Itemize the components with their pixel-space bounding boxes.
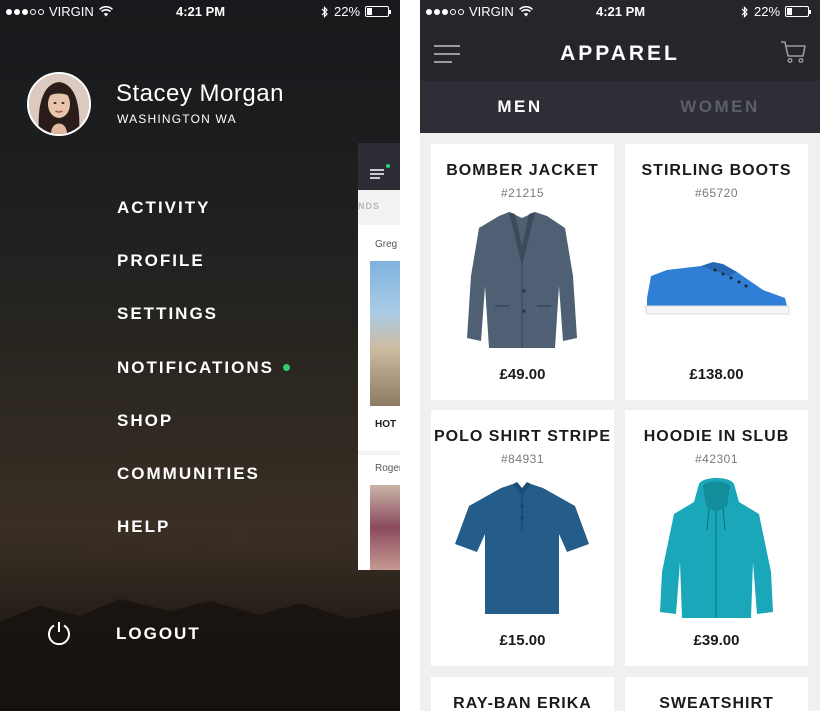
carrier-indicator: VIRGIN	[6, 4, 113, 19]
product-price: £15.00	[499, 632, 546, 649]
product-card-polo-shirt-stripe[interactable]: POLO SHIRT STRIPE #84931 £15.00	[431, 410, 614, 666]
product-card-bomber-jacket[interactable]: BOMBER JACKET #21215 £49.00	[431, 144, 614, 400]
menu-item-settings[interactable]: SETTINGS	[117, 304, 218, 324]
wifi-icon	[518, 6, 533, 17]
product-name: POLO SHIRT STRIPE	[433, 428, 611, 445]
peek-photo-image	[370, 261, 400, 406]
battery-percentage: 22%	[334, 4, 361, 19]
peeking-content-panel[interactable]: NDS Greg I HOT Roger	[358, 143, 400, 570]
logout-button[interactable]: LOGOUT	[116, 624, 201, 644]
carrier-indicator: VIRGIN	[426, 4, 533, 19]
carrier-name: VIRGIN	[49, 4, 94, 19]
tab-women[interactable]: WOMEN	[620, 81, 820, 133]
product-sku: #21215	[500, 186, 545, 200]
product-name: RAY-BAN ERIKA	[453, 695, 592, 711]
wifi-icon	[98, 6, 113, 17]
apparel-screen: VIRGIN 4:21 PM 22% APPAREL MEN WOMEN BOM…	[420, 0, 820, 711]
product-sku: #84931	[500, 452, 545, 466]
page-title: APPAREL	[560, 42, 680, 65]
product-card-hoodie-in-slub[interactable]: HOODIE IN SLUB #42301 £39.00	[625, 410, 808, 666]
tab-men[interactable]: MEN	[420, 81, 620, 133]
category-tabs: MEN WOMEN	[420, 81, 820, 133]
battery-icon	[365, 6, 392, 17]
battery-percentage: 22%	[754, 4, 781, 19]
product-name: BOMBER JACKET	[446, 162, 599, 179]
signal-strength-icon	[6, 8, 44, 15]
avatar[interactable]	[27, 72, 91, 136]
user-name: Stacey Morgan	[116, 80, 284, 107]
product-name: STIRLING BOOTS	[641, 162, 792, 179]
status-time: 4:21 PM	[596, 4, 646, 19]
mountain-background-image	[0, 533, 400, 711]
user-location: WASHINGTON WA	[117, 112, 237, 126]
product-card-ray-ban-erika[interactable]: RAY-BAN ERIKA	[431, 677, 614, 711]
battery-icon	[785, 6, 812, 17]
peek-photo-image	[370, 485, 400, 570]
jacket-image	[467, 212, 577, 348]
hoodie-image	[660, 478, 773, 618]
carrier-name: VIRGIN	[469, 4, 514, 19]
product-sku: #65720	[694, 186, 739, 200]
user-photo-image	[29, 74, 89, 134]
product-sku: #42301	[694, 452, 739, 466]
peek-tab-label: NDS	[358, 201, 381, 211]
peek-author-1: Greg I	[375, 239, 400, 250]
menu-item-help[interactable]: HELP	[117, 517, 170, 537]
menu-item-communities[interactable]: COMMUNITIES	[117, 464, 260, 484]
product-name: SWEATSHIRT	[659, 695, 774, 711]
menu-item-notifications[interactable]: NOTIFICATIONS	[117, 358, 274, 378]
product-name: HOODIE IN SLUB	[643, 428, 790, 445]
status-time: 4:21 PM	[176, 4, 226, 19]
status-bar: VIRGIN 4:21 PM 22%	[0, 0, 400, 24]
menu-item-profile[interactable]: PROFILE	[117, 251, 205, 271]
product-price: £39.00	[693, 632, 740, 649]
sneaker-image	[644, 262, 790, 315]
product-card-stirling-boots[interactable]: STIRLING BOOTS #65720 £138.00	[625, 144, 808, 400]
product-card-sweatshirt[interactable]: SWEATSHIRT	[625, 677, 808, 711]
menu-item-activity[interactable]: ACTIVITY	[117, 198, 210, 218]
menu-item-shop[interactable]: SHOP	[117, 411, 173, 431]
signal-strength-icon	[426, 8, 464, 15]
product-price: £138.00	[689, 366, 744, 383]
peek-author-2: Roger	[375, 463, 400, 474]
peek-header	[358, 143, 400, 190]
peek-headline: HOT	[375, 419, 397, 430]
shopping-cart-icon[interactable]	[780, 40, 807, 64]
navigation-drawer-screen: VIRGIN 4:21 PM 22% Stacey Morgan WASHING…	[0, 0, 400, 711]
status-right: 22%	[741, 4, 812, 19]
status-bar: VIRGIN 4:21 PM 22%	[420, 0, 820, 24]
notification-indicator-dot	[283, 364, 290, 371]
polo-shirt-image	[455, 482, 589, 614]
status-right: 22%	[321, 4, 392, 19]
peek-notification-dot	[386, 164, 390, 168]
bluetooth-icon	[741, 5, 748, 18]
power-icon[interactable]	[46, 620, 72, 646]
product-price: £49.00	[499, 366, 546, 383]
bluetooth-icon	[321, 5, 328, 18]
